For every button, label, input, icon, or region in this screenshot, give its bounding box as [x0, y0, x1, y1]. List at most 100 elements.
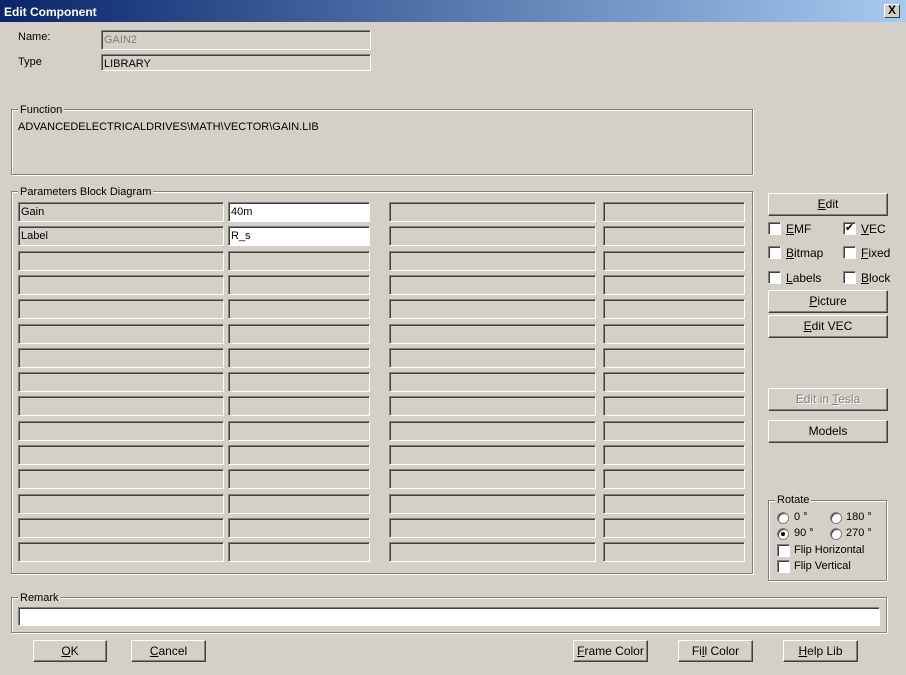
remark-legend: Remark — [18, 592, 61, 604]
rotate-90-radio[interactable] — [777, 528, 789, 540]
emf-label: EMF — [786, 222, 812, 236]
vec-checkbox[interactable]: ✔ — [843, 222, 856, 235]
param-value-cell[interactable] — [228, 372, 370, 392]
fixed-label: Fixed — [861, 246, 891, 260]
flip-vertical-label: Flip Vertical — [794, 560, 851, 572]
param-empty-cell — [603, 202, 745, 222]
radio-dot-icon — [781, 532, 785, 536]
param-value-cell[interactable] — [228, 396, 370, 416]
param-value-cell[interactable] — [228, 542, 370, 562]
ok-button[interactable]: OK — [33, 640, 107, 662]
block-label: Block — [861, 271, 891, 285]
rotate-legend: Rotate — [775, 494, 812, 506]
param-name-cell — [18, 251, 224, 271]
param-value-cell[interactable] — [228, 348, 370, 368]
function-group — [11, 109, 753, 175]
edit-vec-button[interactable]: Edit VEC — [768, 315, 888, 338]
rotate-180-radio[interactable] — [830, 512, 842, 524]
help-lib-button[interactable]: Help Lib — [783, 640, 858, 662]
param-name-cell — [18, 542, 224, 562]
param-empty-cell — [389, 494, 596, 514]
param-value-cell[interactable] — [228, 445, 370, 465]
param-empty-cell — [603, 372, 745, 392]
param-value-cell[interactable]: R_s — [228, 226, 370, 246]
flip-horizontal-checkbox[interactable] — [777, 544, 790, 557]
window-title: Edit Component — [4, 5, 97, 19]
param-empty-cell — [389, 372, 596, 392]
param-empty-cell — [603, 542, 745, 562]
function-legend: Function — [18, 104, 65, 116]
edit-button[interactable]: Edit — [768, 193, 888, 216]
rotate-0-label: 0 ° — [794, 511, 808, 523]
parameters-legend: Parameters Block Diagram — [18, 186, 154, 198]
param-empty-cell — [603, 469, 745, 489]
param-empty-cell — [603, 226, 745, 246]
bitmap-checkbox[interactable] — [768, 246, 781, 259]
models-button[interactable]: Models — [768, 420, 888, 443]
param-name-cell — [18, 445, 224, 465]
param-empty-cell — [389, 299, 596, 319]
vec-label: VEC — [861, 222, 886, 236]
function-path: ADVANCEDELECTRICALDRIVES\MATH\VECTOR\GAI… — [18, 121, 319, 133]
fixed-checkbox[interactable] — [843, 246, 856, 259]
param-name-cell: Label — [18, 226, 224, 246]
param-value-cell[interactable] — [228, 251, 370, 271]
param-value-cell[interactable] — [228, 469, 370, 489]
name-field[interactable]: GAIN2 — [101, 30, 371, 50]
remark-input[interactable] — [18, 607, 880, 626]
flip-horizontal-label: Flip Horizontal — [794, 544, 865, 556]
param-value-cell[interactable] — [228, 421, 370, 441]
param-name-cell — [18, 396, 224, 416]
param-empty-cell — [389, 226, 596, 246]
param-empty-cell — [603, 348, 745, 368]
cancel-button[interactable]: Cancel — [131, 640, 206, 662]
param-empty-cell — [603, 494, 745, 514]
check-icon: ✔ — [844, 222, 855, 234]
labels-label: Labels — [786, 271, 822, 285]
frame-color-button[interactable]: Frame Color — [573, 640, 648, 662]
block-checkbox[interactable] — [843, 271, 856, 284]
param-name-cell — [18, 469, 224, 489]
param-empty-cell — [389, 202, 596, 222]
param-empty-cell — [389, 348, 596, 368]
param-empty-cell — [603, 518, 745, 538]
param-value-cell[interactable] — [228, 518, 370, 538]
param-empty-cell — [603, 299, 745, 319]
param-empty-cell — [389, 396, 596, 416]
rotate-270-label: 270 ° — [846, 527, 872, 539]
rotate-270-radio[interactable] — [830, 528, 842, 540]
type-label: Type — [18, 56, 42, 68]
emf-checkbox[interactable] — [768, 222, 781, 235]
param-name-cell — [18, 348, 224, 368]
param-empty-cell — [389, 518, 596, 538]
close-button[interactable]: X — [884, 4, 900, 18]
param-value-cell[interactable] — [228, 324, 370, 344]
param-value-cell[interactable] — [228, 494, 370, 514]
param-name-cell — [18, 275, 224, 295]
param-empty-cell — [389, 251, 596, 271]
param-empty-cell — [389, 542, 596, 562]
fill-color-button[interactable]: Fill Color — [678, 640, 753, 662]
edit-in-tesla-button[interactable]: Edit in Tesla — [768, 388, 888, 411]
type-field: LIBRARY — [101, 54, 371, 71]
param-empty-cell — [603, 275, 745, 295]
labels-checkbox[interactable] — [768, 271, 781, 284]
param-name-cell — [18, 324, 224, 344]
rotate-0-radio[interactable] — [777, 512, 789, 524]
param-name-cell — [18, 372, 224, 392]
name-label: Name: — [18, 31, 51, 43]
title-bar: Edit Component — [0, 0, 906, 22]
param-empty-cell — [603, 445, 745, 465]
param-empty-cell — [603, 396, 745, 416]
param-value-cell[interactable]: 40m — [228, 202, 370, 222]
param-empty-cell — [389, 445, 596, 465]
flip-vertical-checkbox[interactable] — [777, 560, 790, 573]
param-name-cell: Gain — [18, 202, 224, 222]
param-value-cell[interactable] — [228, 275, 370, 295]
param-name-cell — [18, 518, 224, 538]
param-empty-cell — [603, 251, 745, 271]
param-empty-cell — [389, 275, 596, 295]
picture-button[interactable]: Picture — [768, 290, 888, 313]
param-value-cell[interactable] — [228, 299, 370, 319]
param-empty-cell — [603, 421, 745, 441]
